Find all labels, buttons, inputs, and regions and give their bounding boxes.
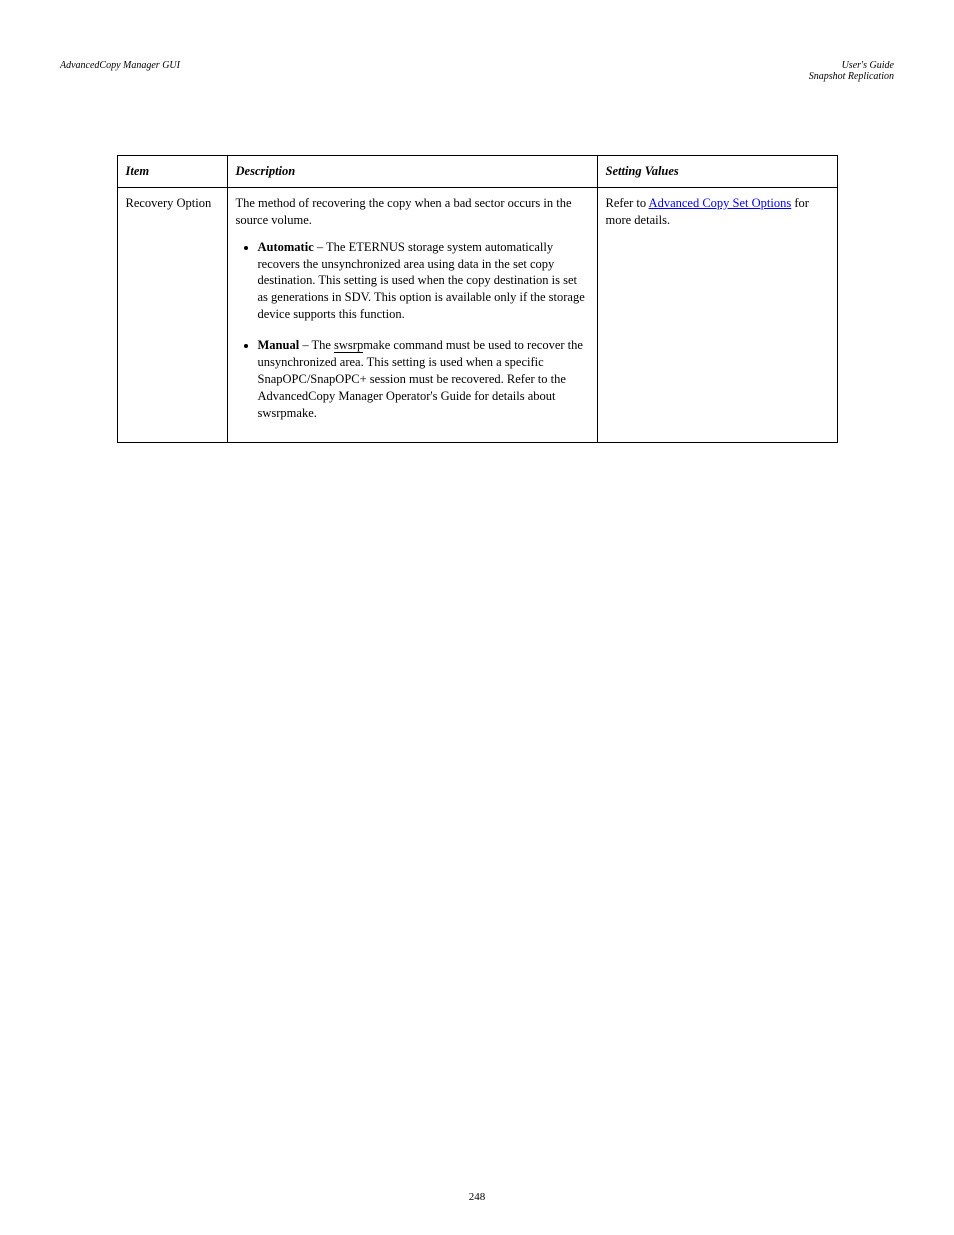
col-header-item: Item xyxy=(117,156,227,188)
underlined-word: swsrp xyxy=(334,338,363,353)
bullet-sep: – The xyxy=(299,338,334,352)
bullet-automatic: Automatic – The ETERNUS storage system a… xyxy=(258,239,589,323)
bullet-sep: – xyxy=(314,240,326,254)
cell-item: Recovery Option xyxy=(117,187,227,443)
bullet-lead: Automatic xyxy=(258,240,314,254)
description-intro: The method of recovering the copy when a… xyxy=(236,195,589,229)
options-table: Item Description Setting Values Recovery… xyxy=(117,155,838,443)
description-bullets: Automatic – The ETERNUS storage system a… xyxy=(236,239,589,422)
col-header-description: Description xyxy=(227,156,597,188)
setting-prefix: Refer to xyxy=(606,196,649,210)
bullet-lead: Manual xyxy=(258,338,300,352)
header-right-title: User's Guide xyxy=(842,60,894,71)
cell-setting-values: Refer to Advanced Copy Set Options for m… xyxy=(597,187,837,443)
page-number: 248 xyxy=(0,1191,954,1203)
table-row: Recovery Option The method of recovering… xyxy=(117,187,837,443)
col-header-setting-values: Setting Values xyxy=(597,156,837,188)
page-header: AdvancedCopy Manager GUI User's Guide Sn… xyxy=(0,60,954,82)
header-left-title: AdvancedCopy Manager GUI xyxy=(60,60,180,71)
table-header-row: Item Description Setting Values xyxy=(117,156,837,188)
advanced-copy-link[interactable]: Advanced Copy Set Options xyxy=(649,196,792,210)
header-right-sub: Snapshot Replication xyxy=(809,71,894,82)
bullet-manual: Manual – The swsrpmake command must be u… xyxy=(258,337,589,421)
cell-description: The method of recovering the copy when a… xyxy=(227,187,597,443)
